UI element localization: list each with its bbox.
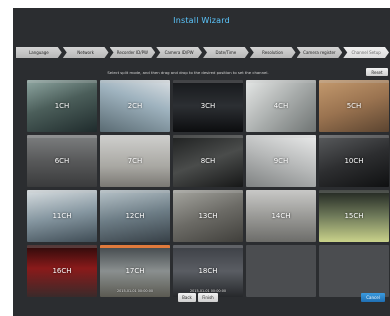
- channel-tile[interactable]: 9CH: [246, 135, 316, 187]
- channel-label: 3CH: [200, 102, 216, 110]
- channel-grid: 1CH 2CH 3CH 4CH 5CH 6CH 7CH 8CH 9CH 10CH 11CH 12CH 1…: [27, 80, 389, 298]
- channel-tile[interactable]: 8CH: [173, 135, 243, 187]
- install-wizard-window: Install Wizard Language Network Recorder I…: [13, 8, 390, 316]
- channel-tile[interactable]: 7CH: [100, 135, 170, 187]
- wizard-step-language[interactable]: Language: [16, 47, 62, 58]
- channel-label: 6CH: [54, 157, 70, 165]
- channel-tile[interactable]: 6CH: [27, 135, 97, 187]
- wizard-step-date-time[interactable]: Date/Time: [203, 47, 249, 58]
- channel-label: 16CH: [52, 267, 72, 275]
- channel-tile[interactable]: 17CH 2015-01-01 00:00:00: [100, 245, 170, 297]
- wizard-title: Install Wizard: [173, 16, 230, 25]
- finish-button[interactable]: Finish: [198, 293, 218, 302]
- channel-tile-empty[interactable]: [246, 245, 316, 297]
- channel-tile[interactable]: 11CH: [27, 190, 97, 242]
- channel-tile[interactable]: 10CH: [319, 135, 389, 187]
- channel-tile[interactable]: 15CH: [319, 190, 389, 242]
- channel-label: 15CH: [344, 212, 364, 220]
- channel-tile[interactable]: 4CH: [246, 80, 316, 132]
- channel-tile-empty[interactable]: [319, 245, 389, 297]
- channel-tile[interactable]: 13CH: [173, 190, 243, 242]
- cancel-button[interactable]: Cancel: [361, 293, 385, 302]
- channel-label: 9CH: [273, 157, 289, 165]
- channel-label: 2CH: [127, 102, 143, 110]
- channel-label: 1CH: [54, 102, 70, 110]
- wizard-step-network[interactable]: Network: [63, 47, 109, 58]
- wizard-step-camera-id-pw[interactable]: Camera ID/PW: [156, 47, 202, 58]
- channel-label: 13CH: [198, 212, 218, 220]
- wizard-step-recorder-id-pw[interactable]: Recorder ID/PW: [110, 47, 156, 58]
- channel-label: 7CH: [127, 157, 143, 165]
- channel-tile[interactable]: 5CH: [319, 80, 389, 132]
- channel-label: 14CH: [271, 212, 291, 220]
- channel-label: 4CH: [273, 102, 289, 110]
- channel-tile[interactable]: 18CH 2015-01-01 00:00:00: [173, 245, 243, 297]
- channel-tile[interactable]: 1CH: [27, 80, 97, 132]
- channel-label: 5CH: [346, 102, 362, 110]
- channel-timestamp: 2015-01-01 00:00:00: [116, 289, 154, 293]
- channel-label: 12CH: [125, 212, 145, 220]
- channel-label: 10CH: [344, 157, 364, 165]
- channel-tile[interactable]: 12CH: [100, 190, 170, 242]
- instruction-text: Select split mode, and then drag and dro…: [107, 70, 269, 75]
- back-button[interactable]: Back: [178, 293, 196, 302]
- channel-tile[interactable]: 16CH: [27, 245, 97, 297]
- reset-button[interactable]: Reset: [366, 68, 388, 76]
- wizard-step-channel-setup[interactable]: Channel Setup: [343, 47, 389, 58]
- wizard-step-resolution[interactable]: Resolution: [250, 47, 296, 58]
- wizard-steps: Language Network Recorder ID/PW Camera ID/P…: [16, 47, 390, 58]
- channel-tile[interactable]: 14CH: [246, 190, 316, 242]
- channel-tile[interactable]: 3CH: [173, 80, 243, 132]
- channel-label: 11CH: [52, 212, 72, 220]
- channel-label: 8CH: [200, 157, 216, 165]
- wizard-step-camera-register[interactable]: Camera register: [297, 47, 343, 58]
- channel-tile[interactable]: 2CH: [100, 80, 170, 132]
